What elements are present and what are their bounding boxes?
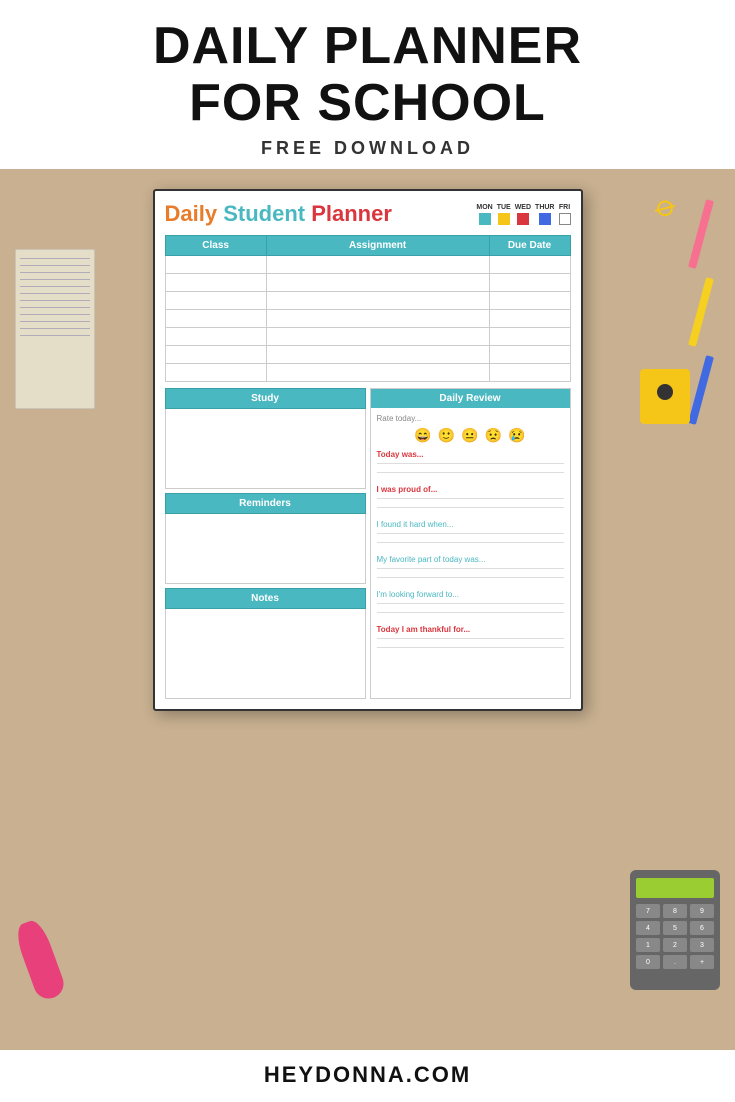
- day-box-mon[interactable]: [479, 213, 491, 225]
- prompt-proud: I was proud of...: [377, 485, 564, 508]
- daily-review-body: Rate today... 😄 🙂 😐 😟 😢 Today was...: [371, 408, 570, 698]
- col-header-class: Class: [165, 236, 266, 256]
- col-header-due: Due Date: [489, 236, 570, 256]
- day-label-mon: MON: [476, 204, 492, 211]
- day-label-fri: FRI: [559, 204, 570, 211]
- daily-review-header: Daily Review: [371, 389, 570, 408]
- prompt-today-was: Today was...: [377, 450, 564, 473]
- calc-btn-8: 8: [663, 904, 687, 918]
- pencils-decoration: [697, 199, 705, 425]
- day-label-thur: THUR: [535, 204, 554, 211]
- planner-title: Daily Student Planner: [165, 201, 392, 227]
- daily-review-container: Daily Review Rate today... 😄 🙂 😐 😟 😢 Tod…: [370, 388, 571, 699]
- assignment-table: Class Assignment Due Date: [165, 235, 571, 382]
- emoji-neutral: 😐: [461, 427, 478, 444]
- left-column: Study Reminders Notes: [165, 388, 366, 699]
- day-box-wed[interactable]: [517, 213, 529, 225]
- footer-text: HEYDONNA.COM: [0, 1062, 735, 1088]
- emoji-cry: 😢: [508, 427, 525, 444]
- calc-btn-plus: +: [690, 955, 714, 969]
- study-section: Study: [165, 388, 366, 489]
- study-header: Study: [165, 388, 366, 409]
- rate-label: Rate today...: [377, 414, 564, 423]
- calc-btn-1: 1: [636, 938, 660, 952]
- sharpener-decoration: [640, 369, 690, 424]
- notes-section: Notes: [165, 588, 366, 699]
- table-row: [165, 292, 570, 310]
- sub-title: FREE DOWNLOAD: [20, 138, 715, 159]
- table-row: [165, 256, 570, 274]
- study-body[interactable]: [165, 409, 366, 489]
- calc-btn-0: 0: [636, 955, 660, 969]
- day-label-wed: WED: [515, 204, 531, 211]
- calc-btn-2: 2: [663, 938, 687, 952]
- prompt-forward: I'm looking forward to...: [377, 590, 564, 613]
- prompt-favorite: My favorite part of today was...: [377, 555, 564, 578]
- desk-area: ⌀ 7 8 9 4 5 6 1 2 3 0 . + Daily Student …: [0, 169, 735, 1050]
- planner-document: Daily Student Planner MON TUE WED THUR: [153, 189, 583, 711]
- day-thur: THUR: [535, 204, 554, 225]
- calc-btn-4: 4: [636, 921, 660, 935]
- day-box-tue[interactable]: [498, 213, 510, 225]
- table-row: [165, 328, 570, 346]
- calc-btn-5: 5: [663, 921, 687, 935]
- calc-btn-6: 6: [690, 921, 714, 935]
- calc-btn-7: 7: [636, 904, 660, 918]
- table-row: [165, 274, 570, 292]
- calc-btn-9: 9: [690, 904, 714, 918]
- notes-body[interactable]: [165, 609, 366, 699]
- calc-btn-3: 3: [690, 938, 714, 952]
- day-box-fri[interactable]: [559, 213, 571, 225]
- pencil-blue: [688, 356, 714, 426]
- header-area: DAILY PLANNER FOR SCHOOL FREE DOWNLOAD: [0, 0, 735, 169]
- emoji-smile: 🙂: [438, 427, 455, 444]
- table-row: [165, 346, 570, 364]
- main-title: DAILY PLANNER FOR SCHOOL: [20, 18, 715, 132]
- reminders-body[interactable]: [165, 514, 366, 584]
- planner-header: Daily Student Planner MON TUE WED THUR: [165, 201, 571, 227]
- reminders-header: Reminders: [165, 493, 366, 514]
- table-row: [165, 364, 570, 382]
- table-row: [165, 310, 570, 328]
- daily-review-section: Daily Review Rate today... 😄 🙂 😐 😟 😢 Tod…: [370, 388, 571, 699]
- scissors-decoration: [25, 920, 55, 1000]
- emoji-sad: 😟: [485, 427, 502, 444]
- emoji-row: 😄 🙂 😐 😟 😢: [377, 427, 564, 444]
- day-mon: MON: [476, 204, 492, 225]
- col-header-assignment: Assignment: [266, 236, 489, 256]
- reminders-section: Reminders: [165, 493, 366, 584]
- pencil-pink: [688, 200, 714, 270]
- day-label-tue: TUE: [497, 204, 511, 211]
- calc-buttons: 7 8 9 4 5 6 1 2 3 0 . +: [630, 904, 720, 969]
- paperclip-decoration: ⌀: [649, 187, 682, 226]
- day-fri: FRI: [559, 204, 571, 225]
- calc-screen: [636, 878, 714, 898]
- calculator-decoration: 7 8 9 4 5 6 1 2 3 0 . +: [630, 870, 720, 990]
- notes-header: Notes: [165, 588, 366, 609]
- emoji-happy: 😄: [414, 427, 431, 444]
- day-tue: TUE: [497, 204, 511, 225]
- footer: HEYDONNA.COM: [0, 1050, 735, 1102]
- days-section: MON TUE WED THUR FRI: [476, 204, 570, 225]
- day-box-thur[interactable]: [539, 213, 551, 225]
- bottom-section: Study Reminders Notes Daily Review: [165, 388, 571, 699]
- prompt-hard: I found it hard when...: [377, 520, 564, 543]
- calc-btn-dot: .: [663, 955, 687, 969]
- prompt-thankful: Today I am thankful for...: [377, 625, 564, 648]
- pencil-yellow: [688, 278, 714, 348]
- notebook-decoration: [15, 249, 95, 409]
- day-wed: WED: [515, 204, 531, 225]
